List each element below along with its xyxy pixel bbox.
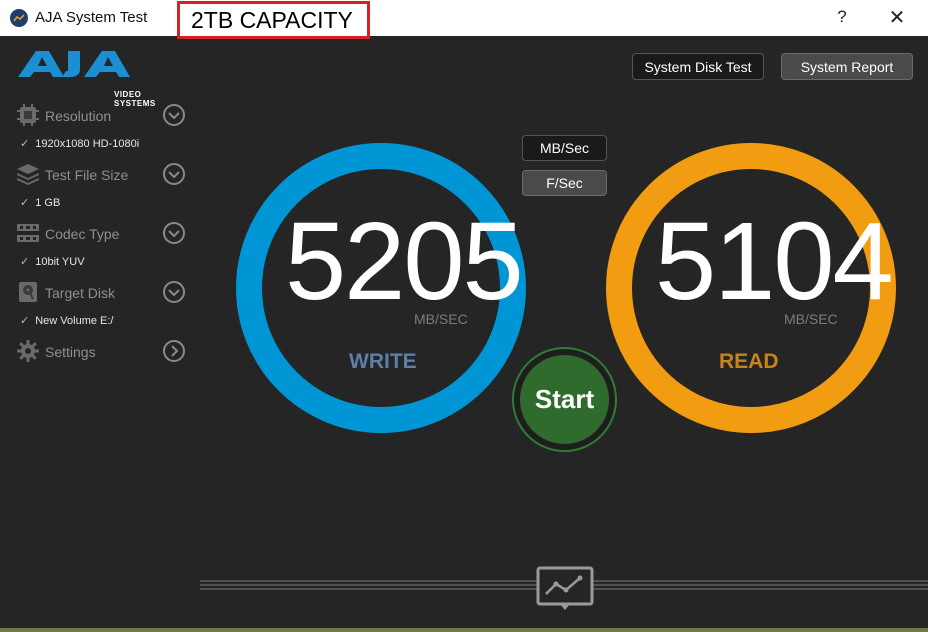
codec-icon [16, 221, 40, 245]
chevron-down-icon[interactable] [163, 222, 185, 244]
start-button[interactable]: Start [512, 347, 617, 452]
read-label: READ [719, 350, 779, 373]
chevron-down-icon[interactable] [163, 104, 185, 126]
check-icon: ✓ [20, 197, 30, 209]
file-size-icon [16, 162, 40, 186]
read-unit: MB/SEC [784, 311, 838, 327]
target-disk-value: New Volume E:/ [35, 315, 114, 327]
codec-value: 10bit YUV [35, 256, 85, 268]
sidebar-item-target-disk[interactable]: Target Disk [16, 280, 188, 306]
sidebar-value-resolution: ✓ 1920x1080 HD-1080i [20, 137, 139, 150]
check-icon: ✓ [20, 315, 30, 327]
sidebar-item-codec-type[interactable]: Codec Type [16, 221, 188, 247]
capacity-annotation: 2TB CAPACITY [177, 1, 370, 39]
mb-sec-toggle[interactable]: MB/Sec [522, 135, 607, 161]
app-body: VIDEO SYSTEMS Resolution ✓ 1920x1080 HD-1… [0, 36, 928, 628]
window-title: AJA System Test [35, 9, 148, 26]
gear-icon [16, 339, 40, 363]
chevron-right-icon[interactable] [163, 340, 185, 362]
check-icon: ✓ [20, 138, 30, 150]
graph-icon [536, 566, 594, 610]
help-button[interactable]: ? [833, 7, 851, 27]
desktop-strip [0, 628, 928, 632]
check-icon: ✓ [20, 256, 30, 268]
write-unit: MB/SEC [414, 311, 468, 327]
app-icon [10, 9, 28, 27]
f-sec-toggle[interactable]: F/Sec [522, 170, 607, 196]
close-button[interactable]: ✕ [886, 5, 908, 30]
write-value: 5205 [285, 200, 524, 323]
write-label: WRITE [349, 350, 417, 373]
sidebar-value-codec-type: ✓ 10bit YUV [20, 255, 85, 268]
graph-toggle-button[interactable] [536, 566, 594, 613]
aja-logo: VIDEO SYSTEMS [16, 47, 166, 108]
sidebar-item-settings[interactable]: Settings [16, 339, 188, 365]
sidebar-item-test-file-size[interactable]: Test File Size [16, 162, 188, 188]
sidebar-label-resolution: Resolution [45, 108, 112, 124]
system-disk-test-button[interactable]: System Disk Test [632, 53, 764, 80]
disk-icon [16, 280, 40, 304]
title-bar: AJA System Test ? ✕ [0, 0, 928, 36]
read-value: 5104 [655, 200, 894, 323]
sidebar-label-codec-type: Codec Type [45, 226, 120, 242]
resolution-value: 1920x1080 HD-1080i [35, 138, 140, 150]
sidebar-value-test-file-size: ✓ 1 GB [20, 196, 60, 209]
sidebar-label-target-disk: Target Disk [45, 285, 116, 301]
resolution-icon [16, 103, 40, 127]
file-size-value: 1 GB [35, 197, 61, 209]
chevron-down-icon[interactable] [163, 163, 185, 185]
sidebar-label-settings: Settings [45, 344, 96, 360]
start-label: Start [520, 355, 609, 444]
sidebar-value-target-disk: ✓ New Volume E:/ [20, 314, 113, 327]
sidebar-item-resolution[interactable]: Resolution [16, 103, 188, 129]
system-report-button[interactable]: System Report [781, 53, 913, 80]
sidebar-label-test-file-size: Test File Size [45, 167, 129, 183]
chevron-down-icon[interactable] [163, 281, 185, 303]
